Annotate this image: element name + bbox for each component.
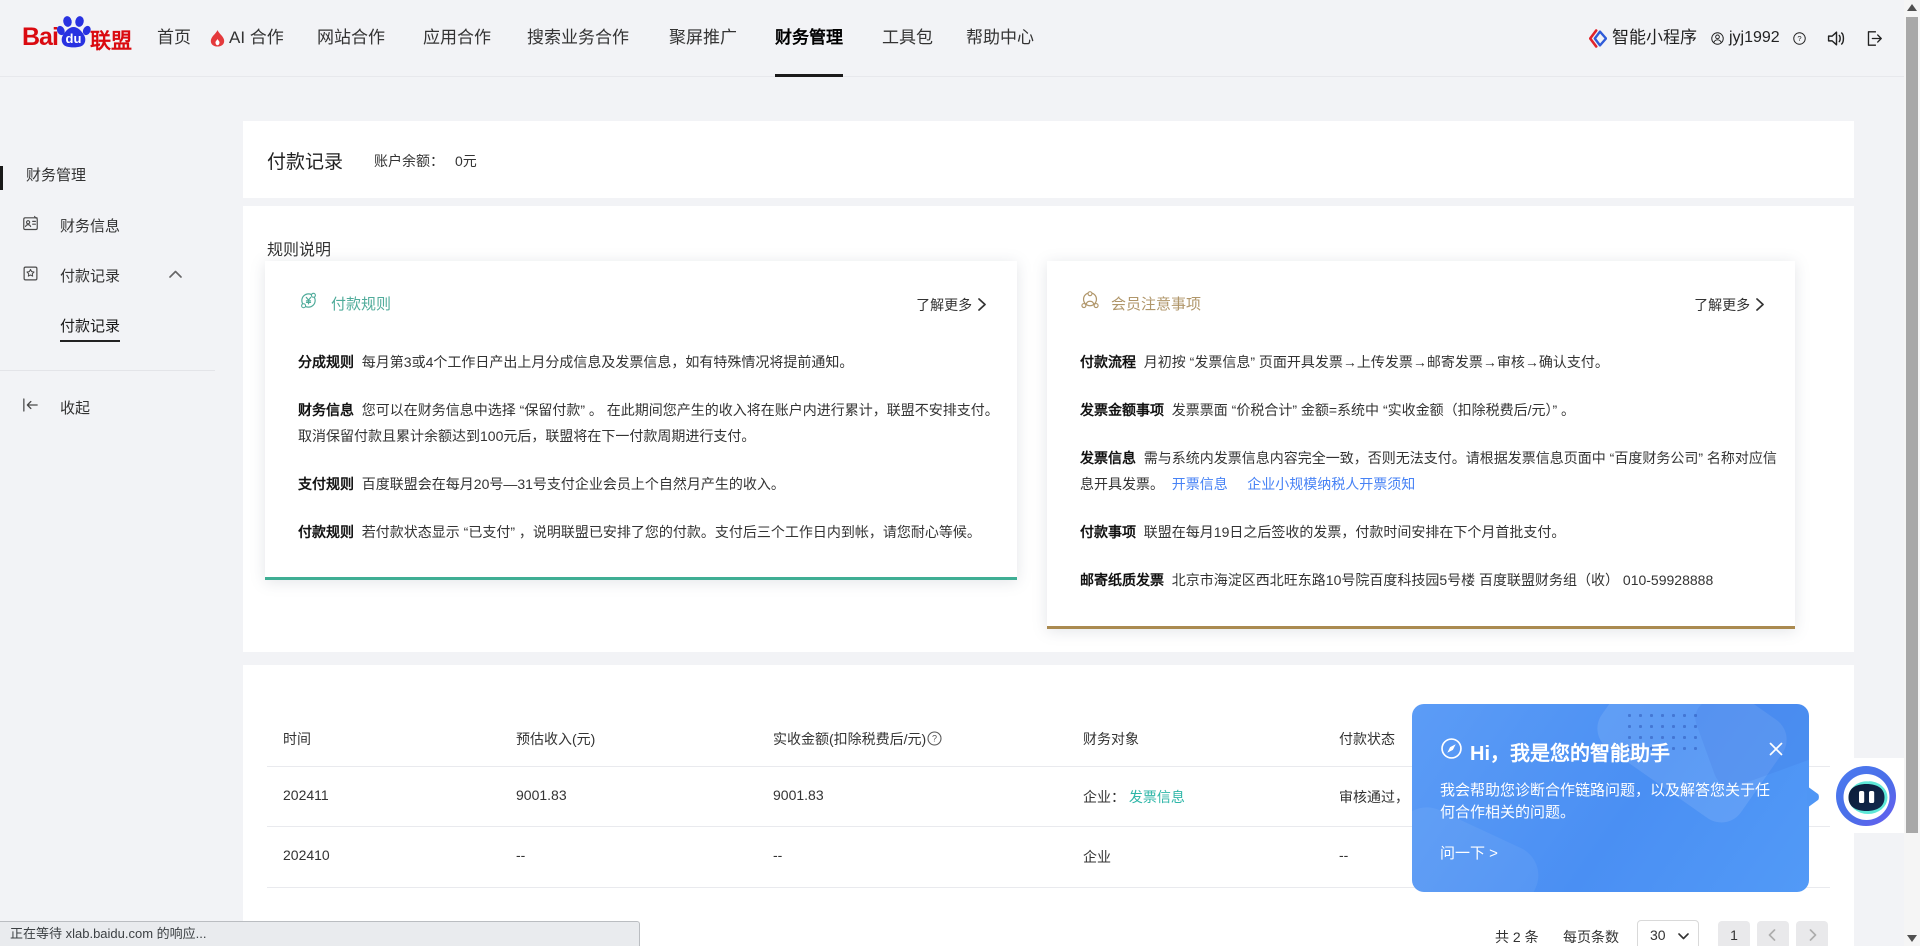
svg-text:?: ? <box>1797 34 1801 43</box>
svg-text:?: ? <box>932 734 937 744</box>
svg-text:du: du <box>66 31 82 46</box>
